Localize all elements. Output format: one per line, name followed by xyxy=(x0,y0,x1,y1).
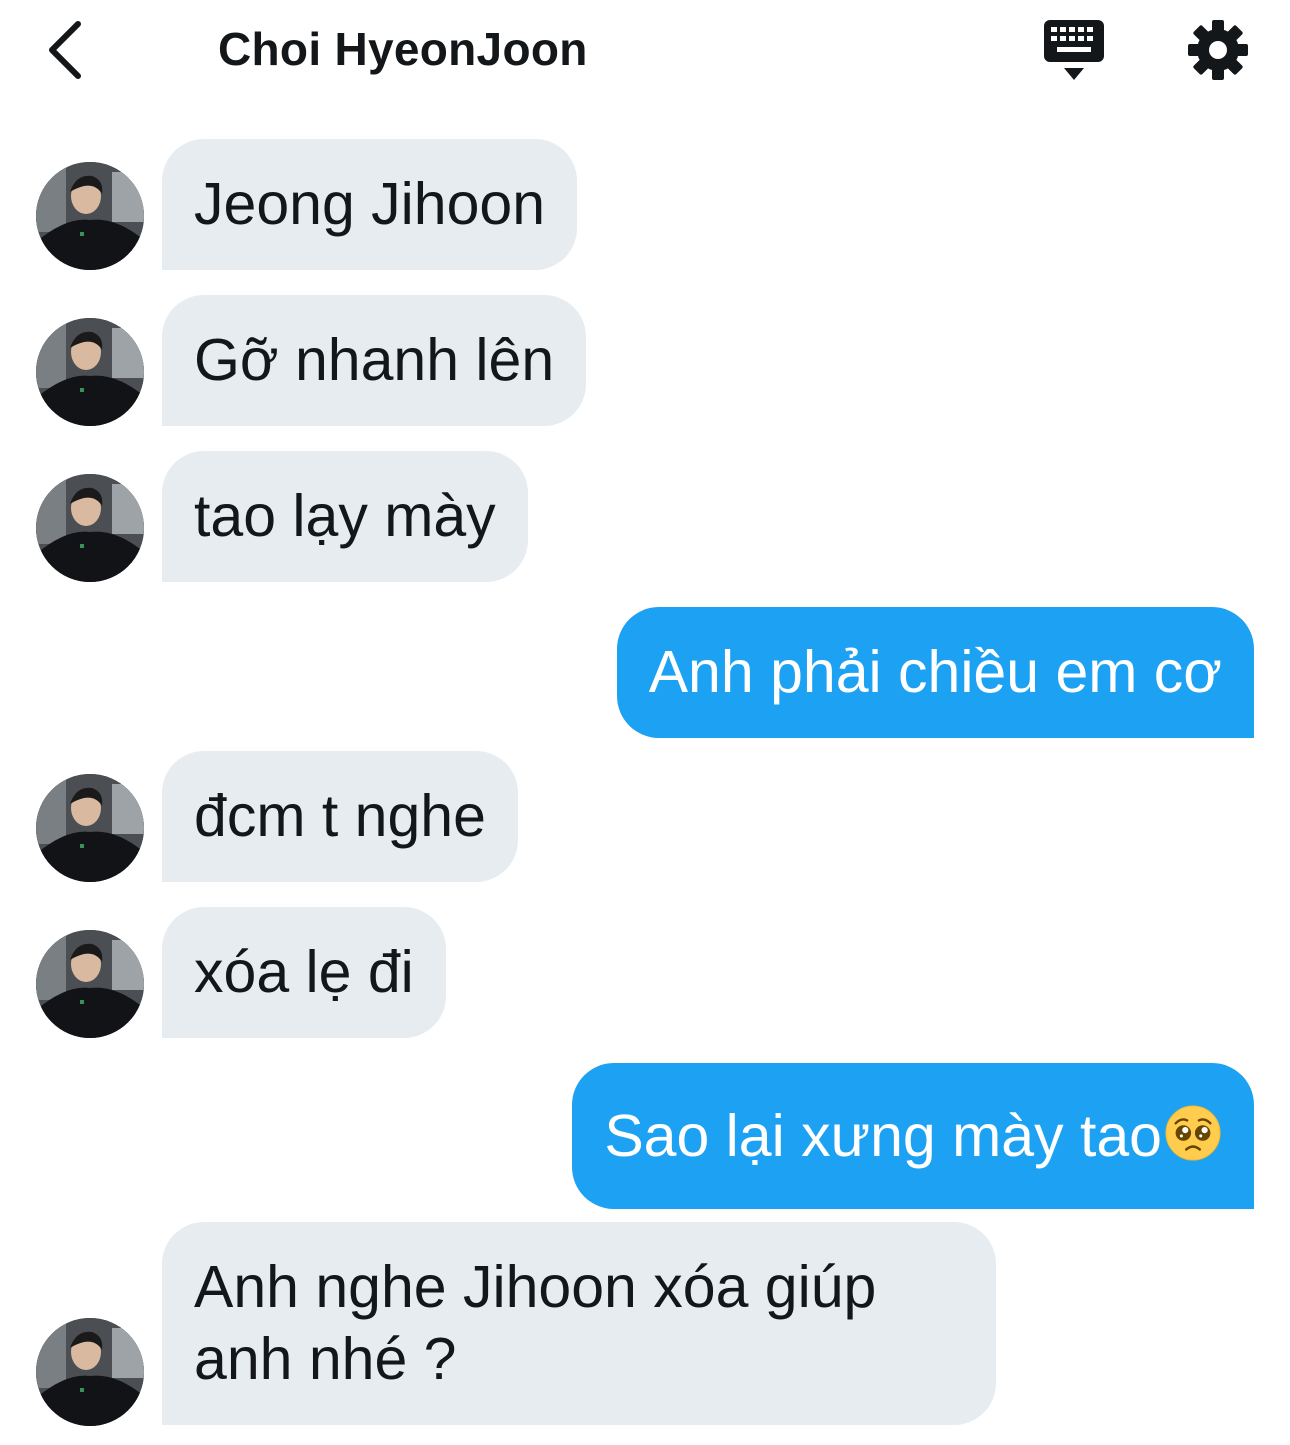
message-bubble-incoming[interactable]: Anh nghe Jihoon xóa giúp anh nhé ? xyxy=(162,1222,996,1425)
sender-avatar[interactable] xyxy=(36,474,144,582)
conversation-header: Choi HyeonJoon xyxy=(0,0,1290,100)
sender-avatar[interactable] xyxy=(36,1318,144,1426)
keyboard-toggle-button[interactable] xyxy=(1040,18,1108,84)
keyboard-icon xyxy=(1044,20,1104,80)
message-bubble-incoming[interactable]: xóa lẹ đi xyxy=(162,907,446,1038)
message-line: anh nhé ? xyxy=(194,1326,457,1392)
message-bubble-outgoing[interactable]: Anh phải chiều em cơ xyxy=(616,607,1254,738)
sender-avatar[interactable] xyxy=(36,318,144,426)
sender-avatar[interactable] xyxy=(36,930,144,1038)
message-bubble-incoming[interactable]: Jeong Jihoon xyxy=(162,139,578,270)
message-bubble-incoming[interactable]: đcm t nghe xyxy=(162,751,518,882)
back-button[interactable] xyxy=(40,18,92,82)
message-line: Anh nghe Jihoon xóa giúp xyxy=(194,1254,877,1320)
sender-avatar[interactable] xyxy=(36,774,144,882)
settings-button[interactable] xyxy=(1186,18,1250,82)
message-bubble-incoming[interactable]: tao lạy mày xyxy=(162,451,528,582)
chevron-left-icon xyxy=(49,21,81,79)
sender-avatar[interactable] xyxy=(36,162,144,270)
message-bubble-outgoing[interactable]: Sao lại xưng mày tao xyxy=(572,1063,1254,1209)
message-text: Sao lại xưng mày tao xyxy=(604,1103,1162,1169)
conversation-title[interactable]: Choi HyeonJoon xyxy=(218,22,588,76)
message-bubble-incoming[interactable]: Gỡ nhanh lên xyxy=(162,295,587,426)
pleading-face-emoji xyxy=(1165,1105,1221,1161)
gear-icon xyxy=(1188,20,1248,80)
